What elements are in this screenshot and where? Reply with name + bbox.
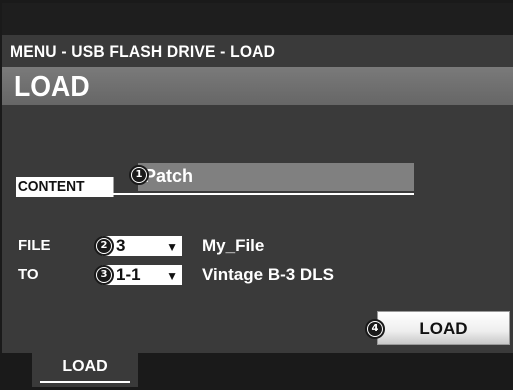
title-bar: LOAD <box>2 67 513 105</box>
tab-load-label: LOAD <box>62 358 108 375</box>
content-underline <box>16 193 414 195</box>
breadcrumb: MENU - USB FLASH DRIVE - LOAD <box>10 42 276 61</box>
content-row: CONTENT Patch <box>16 163 416 199</box>
top-bezel <box>2 3 513 35</box>
file-label: FILE <box>18 237 51 254</box>
content-selector[interactable]: Patch <box>138 163 414 191</box>
dropdown-arrow-icon: ▼ <box>166 269 178 283</box>
callout-badge-2: 2 <box>94 236 114 256</box>
page-title: LOAD <box>14 71 90 103</box>
to-number-select[interactable]: 1-1 ▼ <box>102 265 182 285</box>
callout-number-3: 3 <box>97 268 111 282</box>
callout-badge-3: 3 <box>94 265 114 285</box>
content-value: Patch <box>144 166 194 186</box>
callout-number-2: 2 <box>97 239 111 253</box>
load-button[interactable]: LOAD <box>377 311 510 345</box>
callout-badge-1: 1 <box>129 165 149 185</box>
destination-name: Vintage B-3 DLS <box>202 265 334 284</box>
callout-badge-4: 4 <box>365 319 385 339</box>
tab-active-underline <box>40 381 130 383</box>
callout-number-4: 4 <box>368 322 382 336</box>
display-screen: MENU - USB FLASH DRIVE - LOAD LOAD CONTE… <box>0 0 513 390</box>
to-label: TO <box>18 266 39 283</box>
tab-load[interactable]: LOAD <box>32 353 138 387</box>
file-number-value: 3 <box>116 236 126 255</box>
to-number-value: 1-1 <box>116 265 141 284</box>
file-number-select[interactable]: 3 ▼ <box>102 236 182 256</box>
file-name: My_File <box>202 236 265 255</box>
callout-number-1: 1 <box>132 168 146 182</box>
dropdown-arrow-icon: ▼ <box>166 240 178 254</box>
